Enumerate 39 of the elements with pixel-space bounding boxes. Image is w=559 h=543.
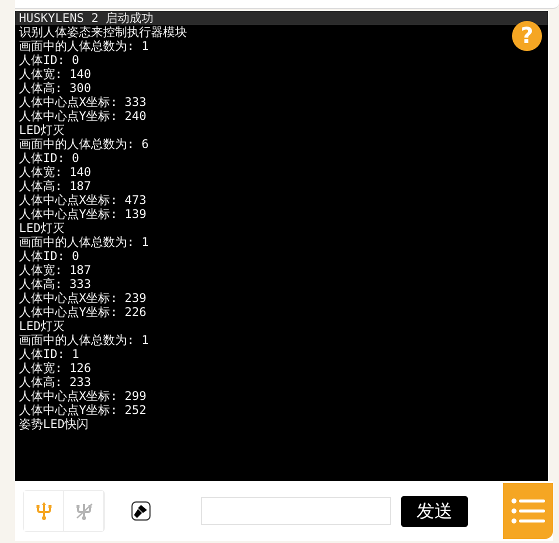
console-line: 人体中心点X坐标: 473	[19, 193, 146, 207]
console-line: 人体高: 333	[19, 277, 92, 291]
message-input[interactable]	[201, 497, 391, 525]
console-line: 人体ID: 0	[19, 249, 80, 263]
console-line: 姿势LED快闪	[19, 417, 89, 431]
console-line: 人体ID: 1	[19, 347, 80, 361]
console-line: 画面中的人体总数为: 1	[19, 333, 149, 347]
console-line: 人体ID: 0	[19, 151, 80, 165]
console-line: 人体宽: 140	[19, 165, 92, 179]
menu-button[interactable]	[503, 483, 553, 539]
console-line: LED灯灭	[19, 123, 65, 137]
console-header: HUSKYLENS 2 启动成功	[15, 11, 548, 25]
console-line: 人体中心点Y坐标: 139	[19, 207, 146, 221]
console-line: 人体中心点X坐标: 299	[19, 389, 146, 403]
console-line: LED灯灭	[19, 221, 65, 235]
console-line: 人体中心点X坐标: 333	[19, 95, 146, 109]
console-line: 画面中的人体总数为: 6	[19, 137, 149, 151]
console-line: 识别人体姿态来控制执行器模块	[19, 25, 187, 39]
list-icon	[511, 498, 545, 524]
usb-connect-button[interactable]	[24, 491, 64, 531]
console-line: 人体ID: 0	[19, 53, 80, 67]
console-line: 人体宽: 140	[19, 67, 92, 81]
console-line: 人体中心点Y坐标: 240	[19, 109, 146, 123]
console-line: 人体中心点Y坐标: 252	[19, 403, 146, 417]
console-line: 人体宽: 187	[19, 263, 92, 277]
console-line: 画面中的人体总数为: 1	[19, 235, 149, 249]
console-line: 人体高: 300	[19, 81, 92, 95]
send-button[interactable]: 发送	[401, 496, 468, 526]
console-line: LED灯灭	[19, 319, 65, 333]
usb-icon	[36, 501, 52, 521]
console-line: 画面中的人体总数为: 1	[19, 39, 149, 53]
clear-button[interactable]	[131, 501, 151, 521]
console-line: 人体中心点Y坐标: 226	[19, 305, 146, 319]
console-line: 人体宽: 126	[19, 361, 92, 375]
console-line: 人体中心点X坐标: 239	[19, 291, 146, 305]
usb-off-icon	[74, 501, 92, 521]
brush-icon	[131, 501, 151, 521]
console-line: 人体高: 187	[19, 179, 92, 193]
console-line: 人体高: 233	[19, 375, 92, 389]
